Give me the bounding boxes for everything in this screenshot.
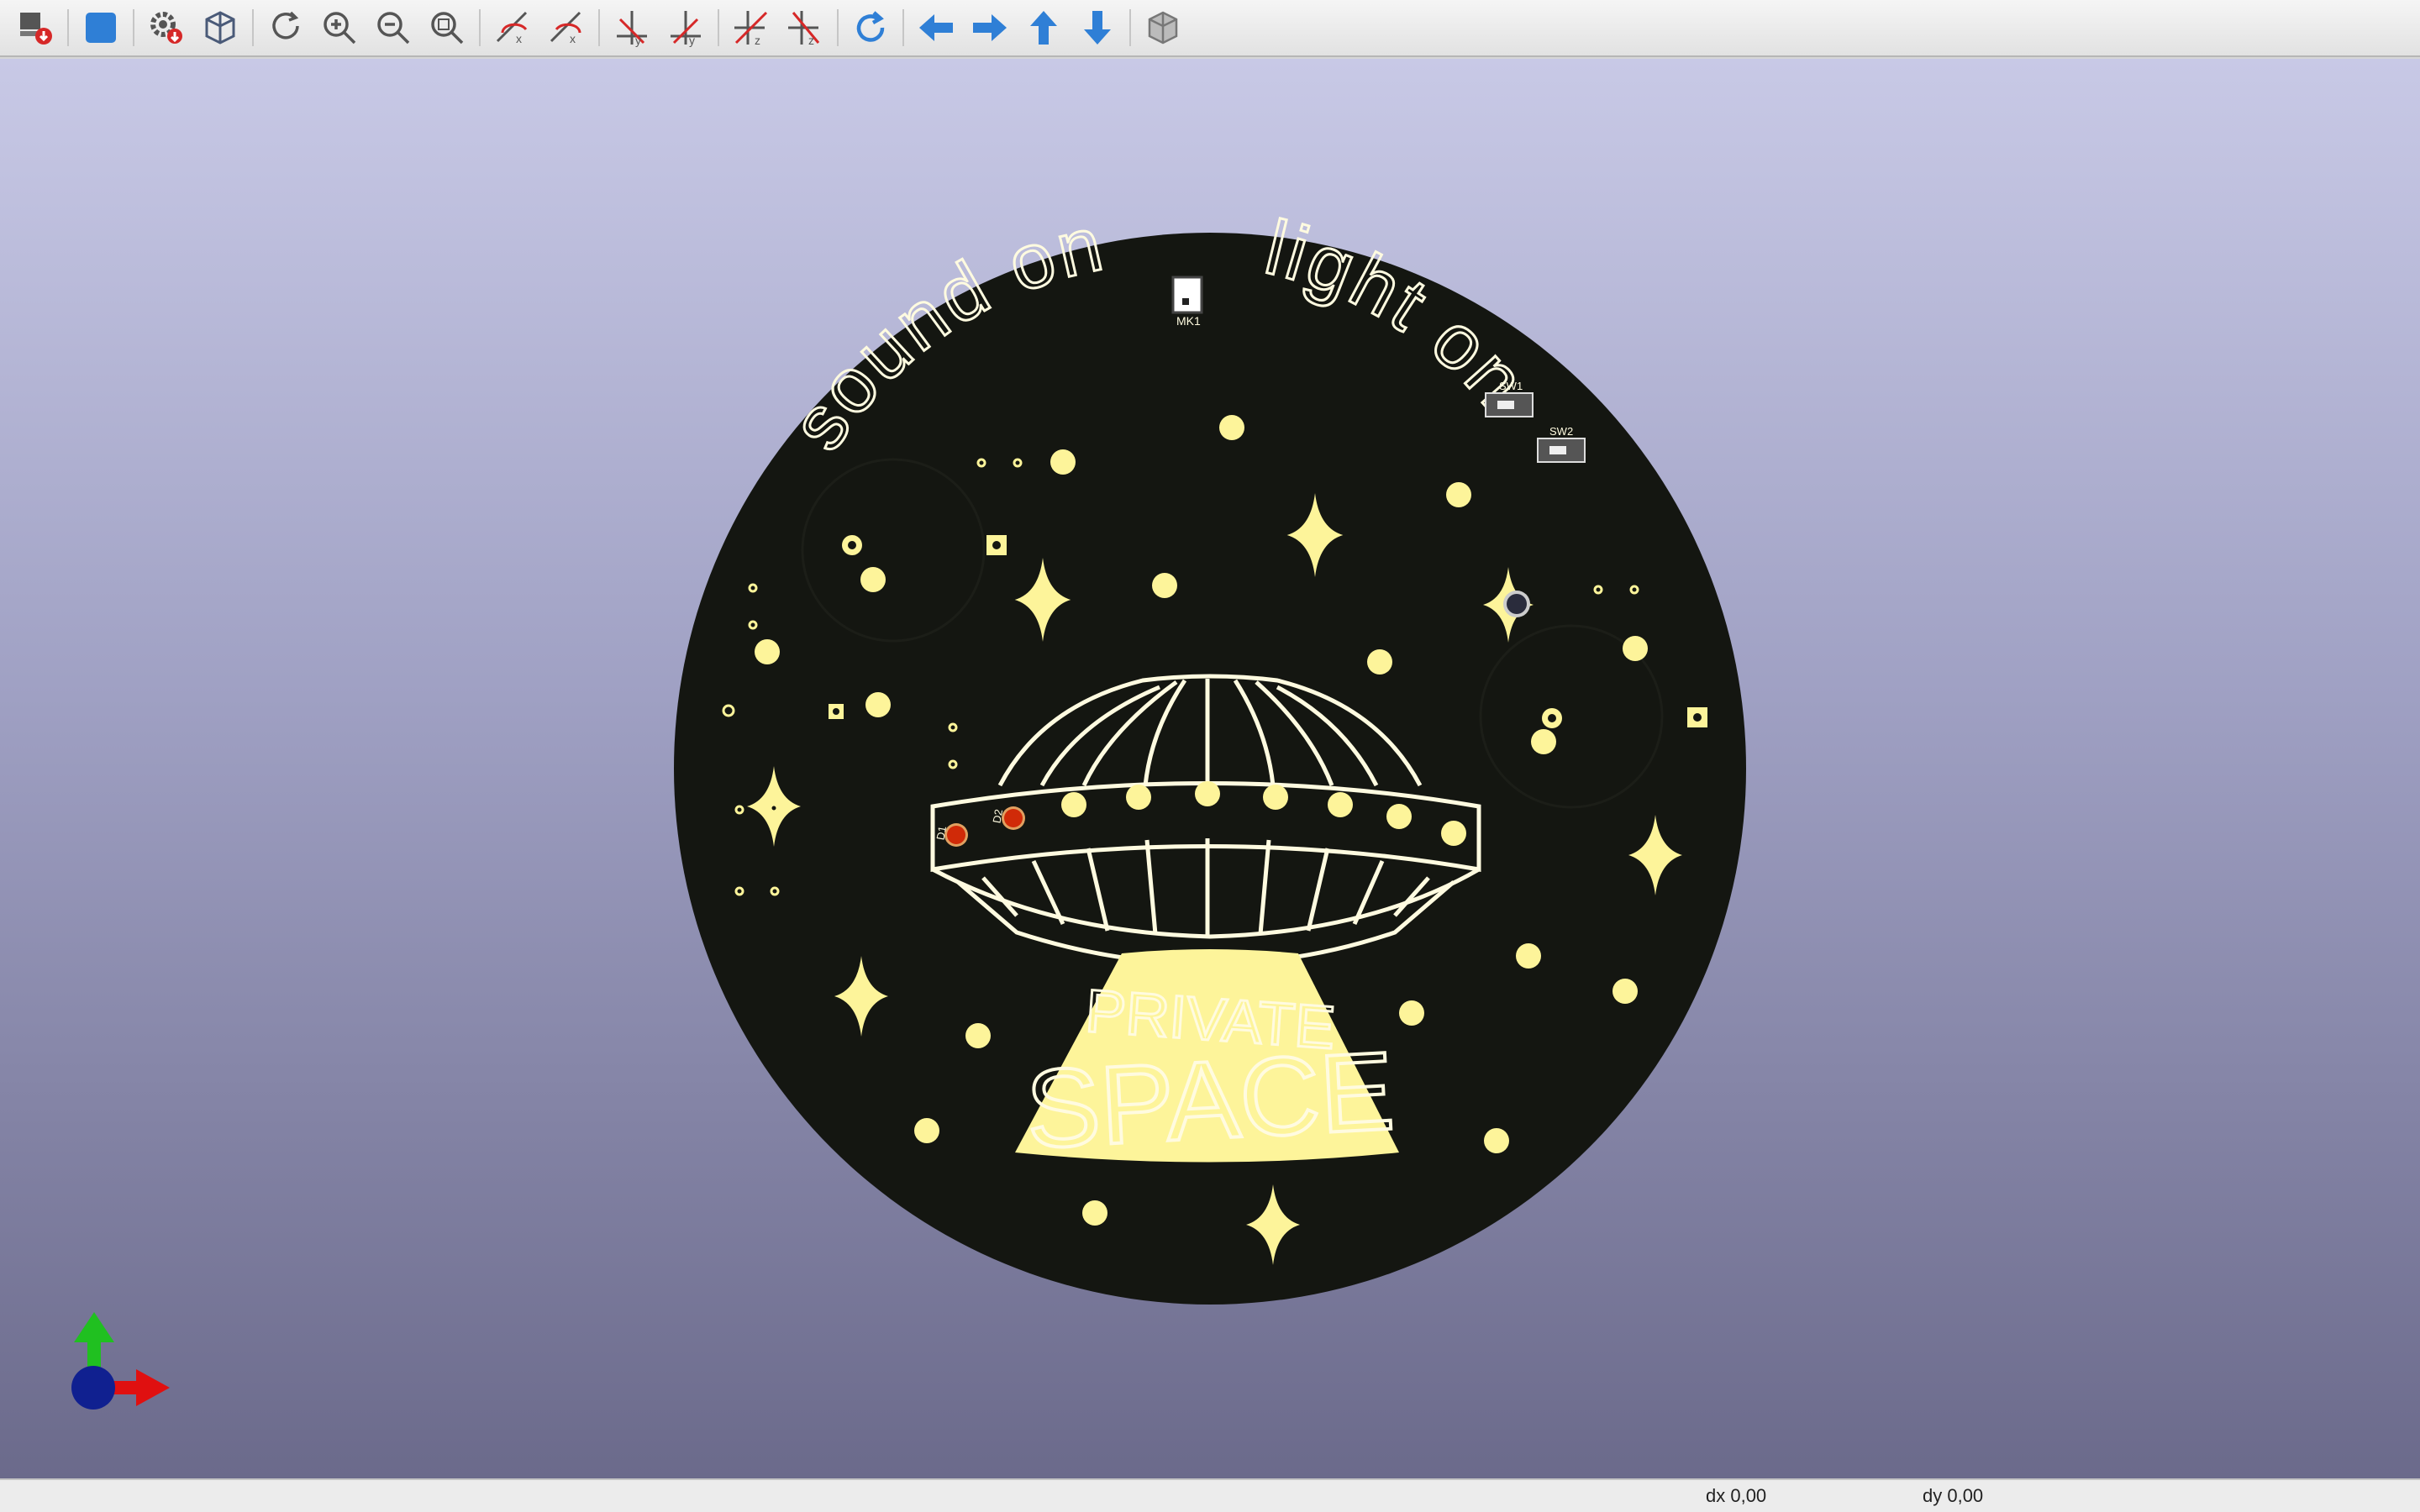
svg-text:y: y xyxy=(635,34,641,47)
rotate-y-ccw-icon: y xyxy=(671,11,701,47)
toolbar-separator xyxy=(133,9,134,46)
sw1-label: SW1 xyxy=(1499,380,1523,392)
gear-icon xyxy=(150,12,182,44)
arrow-down-icon xyxy=(1084,11,1111,45)
move-down-button[interactable] xyxy=(1074,4,1121,51)
svg-text:x: x xyxy=(570,32,576,45)
status-bar: dx 0,00 dy 0,00 xyxy=(0,1478,2420,1512)
sw1-slider xyxy=(1497,401,1514,409)
mk1-component[interactable] xyxy=(1171,276,1203,314)
arrow-up-icon xyxy=(1030,11,1057,45)
toolbar-separator xyxy=(252,9,254,46)
preferences-button[interactable] xyxy=(143,4,190,51)
cube-gray-icon xyxy=(1148,11,1178,45)
refresh-icon xyxy=(272,11,299,39)
toolbar-separator xyxy=(67,9,69,46)
rotate-y-cw-button[interactable]: y xyxy=(608,4,655,51)
view-3d-button[interactable] xyxy=(197,4,244,51)
toolbar-separator xyxy=(1129,9,1131,46)
export-image-button[interactable] xyxy=(12,4,59,51)
zoom-in-icon xyxy=(324,12,356,45)
toggle-render-button[interactable] xyxy=(77,4,124,51)
cube-outline-icon xyxy=(205,11,235,45)
3d-viewport[interactable]: sound on light on MK1 SW1 SW2 D1 D2 PRIV… xyxy=(0,59,2420,1478)
toolbar-separator xyxy=(479,9,481,46)
move-right-button[interactable] xyxy=(966,4,1013,51)
flip-board-button[interactable] xyxy=(847,4,894,51)
zoom-out-button[interactable] xyxy=(370,4,417,51)
move-up-button[interactable] xyxy=(1020,4,1067,51)
svg-text:z: z xyxy=(808,34,814,47)
rotate-x-cw-icon: x xyxy=(496,11,528,45)
d2-label: D2 xyxy=(990,808,1005,824)
rotate-z-cw-icon: z xyxy=(734,11,768,47)
arrow-left-icon xyxy=(919,14,953,41)
axis-gizmo xyxy=(71,1312,170,1410)
ortho-view-button[interactable] xyxy=(1139,4,1186,51)
flip-icon xyxy=(856,11,885,42)
toolbar-separator xyxy=(718,9,719,46)
sw2-label: SW2 xyxy=(1549,425,1573,438)
toolbar-separator xyxy=(837,9,839,46)
rotate-y-cw-icon: y xyxy=(617,11,647,47)
mk1-label: MK1 xyxy=(1176,314,1201,328)
rotate-y-ccw-button[interactable]: y xyxy=(662,4,709,51)
svg-text:z: z xyxy=(755,34,760,47)
svg-text:x: x xyxy=(516,32,522,45)
export-icon xyxy=(20,13,52,45)
mk1-pad xyxy=(1182,298,1189,305)
photo-sensor[interactable] xyxy=(1503,591,1530,617)
zoom-out-icon xyxy=(377,12,410,45)
zoom-in-button[interactable] xyxy=(316,4,363,51)
d1-label: D1 xyxy=(934,825,949,841)
x-axis-arrow xyxy=(136,1369,170,1406)
zoom-fit-icon xyxy=(431,12,464,45)
toolbar: x x y y z z xyxy=(0,0,2420,57)
dx-readout: dx 0,00 xyxy=(1706,1485,1767,1506)
z-axis-sphere xyxy=(71,1366,115,1410)
zoom-fit-button[interactable] xyxy=(424,4,471,51)
space-label: SPACE xyxy=(1023,1029,1397,1172)
rotate-z-ccw-icon: z xyxy=(788,11,820,47)
board-scene: sound on light on MK1 SW1 SW2 D1 D2 PRIV… xyxy=(71,199,1746,1410)
rotate-x-cw-button[interactable]: x xyxy=(489,4,536,51)
svg-text:y: y xyxy=(689,34,695,47)
reload-button[interactable] xyxy=(262,4,309,51)
cube-solid-icon xyxy=(86,13,116,43)
rotate-x-ccw-icon: x xyxy=(550,11,581,45)
sw2-slider xyxy=(1549,446,1566,454)
toolbar-separator xyxy=(902,9,904,46)
arrow-right-icon xyxy=(973,14,1007,41)
move-left-button[interactable] xyxy=(913,4,960,51)
toolbar-separator xyxy=(598,9,600,46)
rotate-x-ccw-button[interactable]: x xyxy=(543,4,590,51)
rotate-z-ccw-button[interactable]: z xyxy=(781,4,829,51)
dy-readout: dy 0,00 xyxy=(1923,1485,1984,1506)
rotate-z-cw-button[interactable]: z xyxy=(728,4,775,51)
y-axis-arrow xyxy=(74,1312,114,1342)
